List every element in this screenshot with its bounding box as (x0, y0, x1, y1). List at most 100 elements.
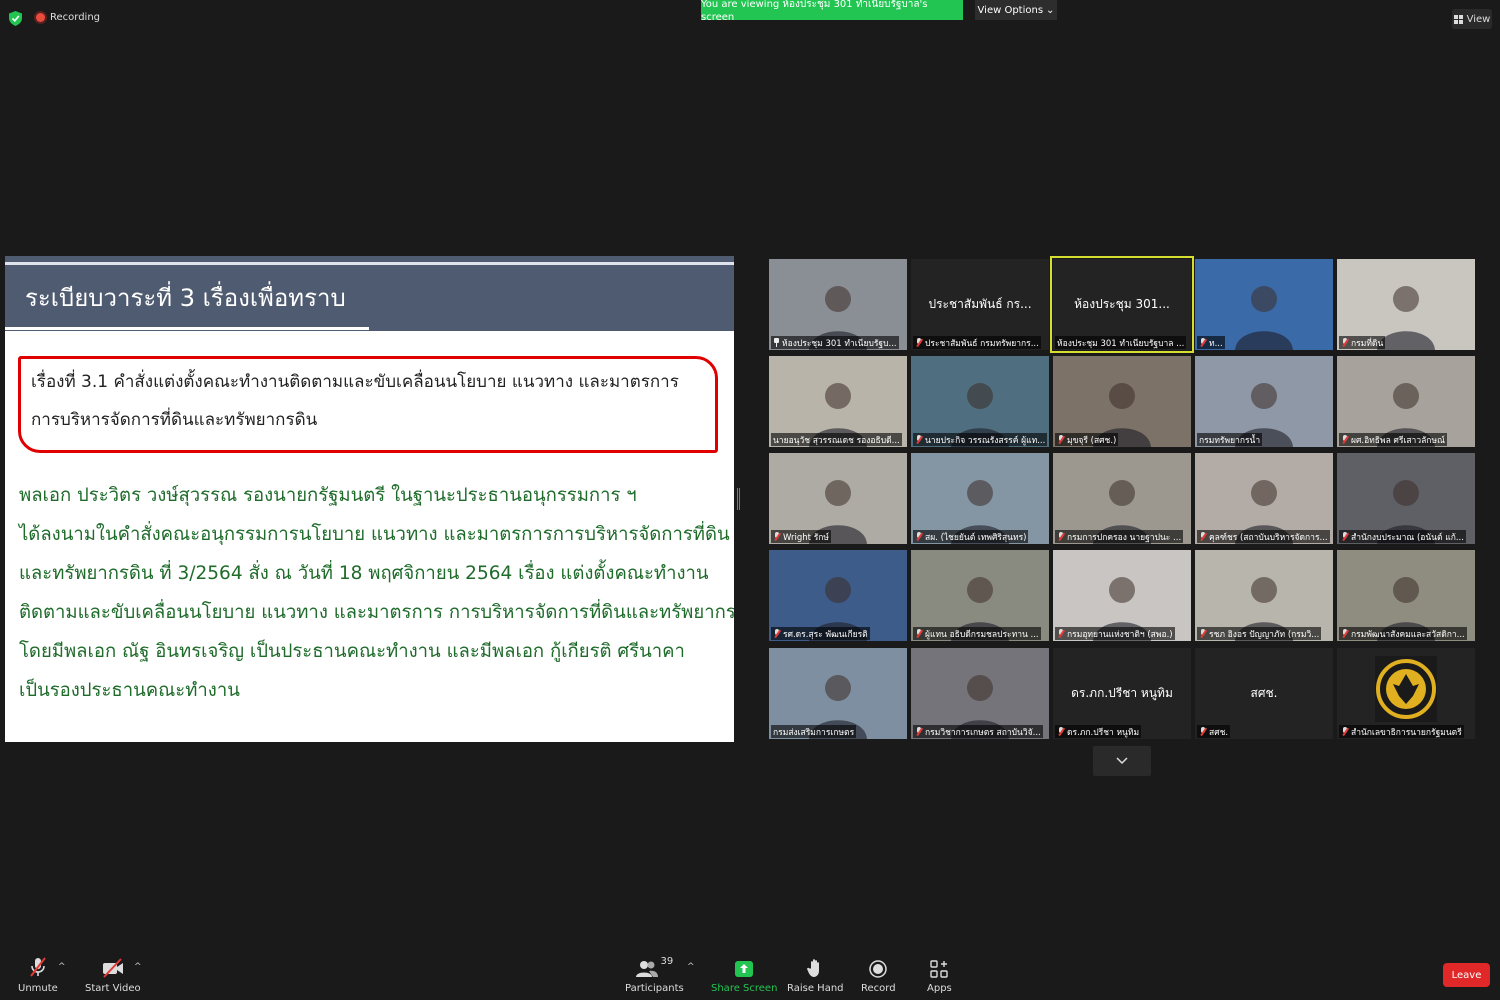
participant-name-label: นายอนุวัช สุวรรณเดช รองอธิบดี... (771, 433, 902, 446)
grid-icon (1453, 14, 1463, 24)
unmute-button[interactable]: Unmute (18, 956, 58, 994)
participant-display-name: สศช. (1250, 686, 1278, 700)
raise-hand-label: Raise Hand (787, 983, 844, 994)
participant-name-label: นายประกิจ วรรณรังสรรค์ ผู้แท... (913, 433, 1047, 446)
participant-display-name: ประชาสัมพันธ์ กร... (928, 297, 1032, 311)
microphone-muted-icon (1199, 629, 1207, 638)
participant-name-label: Wright รักษ์ (771, 530, 832, 543)
raise-hand-button[interactable]: Raise Hand (787, 956, 844, 994)
participant-tile[interactable]: ห้องประชุม 301 ทำเนียบรัฐบ... (769, 259, 907, 350)
microphone-muted-icon (1341, 727, 1349, 736)
share-screen-button[interactable]: Share Screen (711, 956, 777, 994)
viewing-banner: You are viewing ห้องประชุม 301 ทำเนียบรั… (701, 0, 963, 23)
microphone-muted-icon (1199, 532, 1207, 541)
slide-body-line: โดยมีพลเอก ณัฐ อินทรเจริญ เป็นประธานคณะท… (19, 641, 685, 662)
participant-tile[interactable]: สผ. (ไชยยันต์ เทพศิริสุนทร) (911, 453, 1049, 544)
recording-indicator[interactable]: Recording (36, 12, 100, 23)
start-video-button[interactable]: Start Video (85, 956, 141, 994)
chevron-down-icon (1116, 757, 1128, 765)
slide-header-topline (5, 262, 734, 265)
record-icon (869, 960, 888, 978)
participant-tile[interactable]: คุลฑ์ชร (สถาบันบริหารจัดการ... (1195, 453, 1333, 544)
participant-name-text: สำนักเลขาธิการนายกรัฐมนตรี (1351, 727, 1462, 738)
participant-name-text: สศช. (1209, 727, 1229, 738)
participant-name-label: สผ. (ไชยยันต์ เทพศิริสุนทร) (913, 530, 1029, 543)
audio-options-caret[interactable]: ^ (58, 962, 66, 972)
participant-tile[interactable]: กรมทรัพยากรน้ำ (1195, 356, 1333, 447)
participant-name-text: กรมวิชาการเกษตร สถาบันวิจั... (925, 727, 1041, 738)
microphone-muted-icon (773, 532, 781, 541)
slide-subject-line: เรื่องที่ 3.1 คำสั่งแต่งตั้งคณะทำงานติดต… (31, 372, 679, 392)
participant-tile[interactable]: สำนักงบประมาณ (อนันต์ แก้... (1337, 453, 1475, 544)
participant-tile[interactable]: กรมส่งเสริมการเกษตร (769, 648, 907, 739)
participant-tile[interactable]: ท... (1195, 259, 1333, 350)
participant-display-name: ดร.ภก.ปรีชา หนูทิม (1071, 686, 1173, 700)
participant-tile[interactable]: ประชาสัมพันธ์ กร... ประชาสัมพันธ์ กรมทรัพ… (911, 259, 1049, 350)
split-resize-handle[interactable] (737, 488, 740, 510)
participant-name-text: กรมการปกครอง นายฐาปนะ ... (1067, 532, 1182, 543)
microphone-muted-icon (1199, 727, 1207, 736)
microphone-muted-icon (915, 532, 923, 541)
gallery-expand-button[interactable] (1093, 746, 1151, 776)
participant-name-label: รศ.ดร.สุระ พัฒนเกียรติ (771, 627, 870, 640)
participant-tile[interactable]: สศช. สศช. (1195, 648, 1333, 739)
view-options-button[interactable]: View Options ⌄ (975, 0, 1057, 20)
apps-button[interactable]: Apps (927, 956, 952, 994)
participant-tile[interactable]: Wright รักษ์ (769, 453, 907, 544)
microphone-muted-icon (1057, 727, 1065, 736)
shared-screen-slide[interactable]: ระเบียบวาระที่ 3 เรื่องเพื่อทราบ เรื่องท… (5, 256, 734, 742)
participant-tile[interactable]: มุขจุรี (สศช.) (1053, 356, 1191, 447)
participant-tile[interactable]: สำนักเลขาธิการนายกรัฐมนตรี (1337, 648, 1475, 739)
participant-tile[interactable]: กรมพัฒนาสังคมและสวัสดิกา... (1337, 550, 1475, 641)
view-button[interactable]: View (1452, 9, 1492, 29)
participant-name-label: ดร.ภก.ปรีชา หนูทิม (1055, 725, 1142, 738)
participant-name-text: Wright รักษ์ (783, 532, 830, 543)
participant-name-label: สศช. (1197, 725, 1231, 738)
view-label: View (1466, 13, 1491, 25)
participant-name-label: ห้องประชุม 301 ทำเนียบรัฐบาล ... (1055, 336, 1187, 349)
participants-button[interactable]: 39 Participants (625, 956, 684, 994)
record-button[interactable]: Record (861, 956, 896, 994)
participant-name-text: กรมอุทยานแห่งชาติฯ (สพอ.) (1067, 629, 1173, 640)
participant-name-label: รชภ อิงอร ปัญญาภัท (กรมวิ... (1197, 627, 1322, 640)
participant-name-text: สผ. (ไชยยันต์ เทพศิริสุนทร) (925, 532, 1027, 543)
recording-label: Recording (50, 12, 101, 23)
participant-name-label: กรมที่ดิน (1339, 336, 1386, 349)
participant-tile[interactable]: กรมวิชาการเกษตร สถาบันวิจั... (911, 648, 1049, 739)
participant-tile[interactable]: รศ.ดร.สุระ พัฒนเกียรติ (769, 550, 907, 641)
participant-tile[interactable]: นายอนุวัช สุวรรณเดช รองอธิบดี... (769, 356, 907, 447)
participant-name-text: ผศ.อิทธิพล ศรีเสาวลักษณ์ (1351, 435, 1445, 446)
video-options-caret[interactable]: ^ (134, 962, 142, 972)
participant-tile[interactable]: ผศ.อิทธิพล ศรีเสาวลักษณ์ (1337, 356, 1475, 447)
participant-tile[interactable]: ห้องประชุม 301... ห้องประชุม 301 ทำเนียบร… (1050, 256, 1194, 353)
slide-body-line: เป็นรองประธานคณะทำงาน (19, 680, 240, 701)
participant-tile[interactable]: กรมอุทยานแห่งชาติฯ (สพอ.) (1053, 550, 1191, 641)
participant-name-label: ผู้แทน อธิบดีกรมชลประทาน ... (913, 627, 1041, 640)
unmute-label: Unmute (18, 983, 58, 994)
participant-tile[interactable]: ดร.ภก.ปรีชา หนูทิม ดร.ภก.ปรีชา หนูทิม (1053, 648, 1191, 739)
participant-name-label: สำนักเลขาธิการนายกรัฐมนตรี (1339, 725, 1464, 738)
participant-name-text: ห้องประชุม 301 ทำเนียบรัฐบ... (782, 338, 897, 349)
slide-title-underline (5, 327, 369, 330)
microphone-muted-icon (1199, 338, 1207, 347)
participant-name-text: กรมที่ดิน (1351, 338, 1384, 349)
microphone-muted-icon (1341, 435, 1349, 444)
participant-name-text: กรมทรัพยากรน้ำ (1199, 435, 1261, 446)
participant-name-text: มุขจุรี (สศช.) (1067, 435, 1117, 446)
security-shield-icon[interactable] (9, 11, 22, 26)
participants-options-caret[interactable]: ^ (687, 962, 695, 972)
participant-name-text: ประชาสัมพันธ์ กรมทรัพยากร... (925, 338, 1039, 349)
participant-name-text: กรมพัฒนาสังคมและสวัสดิกา... (1351, 629, 1465, 640)
microphone-muted-icon (1341, 532, 1349, 541)
leave-button[interactable]: Leave (1443, 963, 1490, 987)
participant-tile[interactable]: รชภ อิงอร ปัญญาภัท (กรมวิ... (1195, 550, 1333, 641)
participant-tile[interactable]: กรมที่ดิน (1337, 259, 1475, 350)
slide-body-line: ติดตามและขับเคลื่อนนโยบาย แนวทาง และมาตร… (19, 602, 734, 623)
view-options-label: View Options (977, 4, 1044, 16)
participant-tile[interactable]: กรมการปกครอง นายฐาปนะ ... (1053, 453, 1191, 544)
participant-tile[interactable]: ผู้แทน อธิบดีกรมชลประทาน ... (911, 550, 1049, 641)
participant-count: 39 (660, 956, 674, 967)
participant-name-text: สำนักงบประมาณ (อนันต์ แก้... (1351, 532, 1464, 543)
slide-title: ระเบียบวาระที่ 3 เรื่องเพื่อทราบ (25, 284, 346, 312)
participant-tile[interactable]: นายประกิจ วรรณรังสรรค์ ผู้แท... (911, 356, 1049, 447)
